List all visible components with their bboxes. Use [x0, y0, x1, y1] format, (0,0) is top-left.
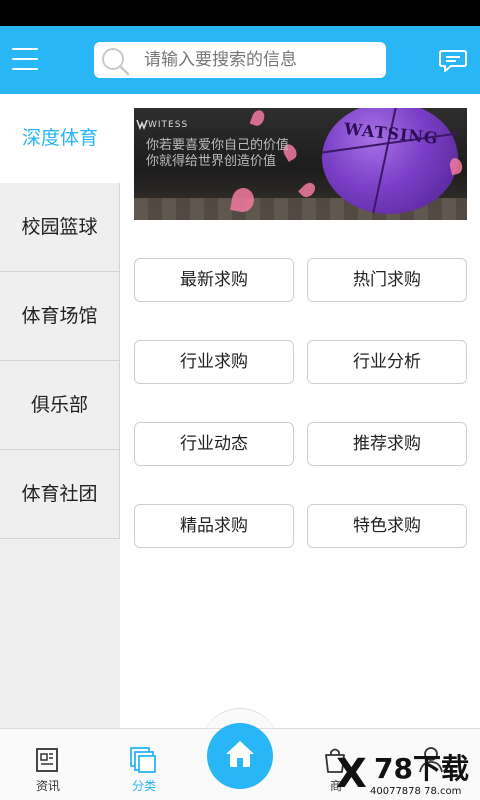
watermark-text: 78下载	[374, 752, 469, 785]
nav-category-label: 分类	[131, 779, 156, 793]
brand-logo-icon	[136, 119, 148, 130]
nav-category[interactable]: 分类	[104, 729, 184, 800]
promo-banner[interactable]: WATSING WITESS 你若要喜爱你自己的价值 你就得给世界创造价值	[134, 108, 467, 220]
watermark-mark: X	[336, 751, 367, 797]
watermark: X 78下载 40077878 78.com	[330, 752, 480, 800]
status-bar	[0, 0, 480, 26]
recommended-purchase-button[interactable]: 推荐求购	[307, 422, 467, 466]
sidebar-item-club[interactable]: 俱乐部	[0, 361, 120, 450]
home-icon	[226, 741, 254, 767]
search-icon	[102, 48, 130, 76]
nav-news[interactable]: 资讯	[8, 729, 88, 800]
industry-purchase-button[interactable]: 行业求购	[134, 340, 294, 384]
app-header: 请输入要搜索的信息	[0, 26, 480, 94]
home-button[interactable]	[207, 723, 273, 789]
latest-purchase-button[interactable]: 最新求购	[134, 258, 294, 302]
nav-news-label: 资讯	[35, 779, 60, 793]
banner-slogan-line2: 你就得给世界创造价值	[146, 154, 277, 169]
industry-news-button[interactable]: 行业动态	[134, 422, 294, 466]
main-content: WATSING WITESS 你若要喜爱你自己的价值 你就得给世界创造价值 最新…	[120, 94, 480, 728]
hot-purchase-button[interactable]: 热门求购	[307, 258, 467, 302]
industry-analysis-button[interactable]: 行业分析	[307, 340, 467, 384]
banner-brand: WITESS	[148, 120, 189, 130]
petal-decoration	[249, 108, 267, 128]
sidebar: 深度体育 校园篮球 体育场馆 俱乐部 体育社团	[0, 94, 120, 728]
sidebar-item-deep-sports[interactable]: 深度体育	[0, 94, 120, 183]
sidebar-item-campus-basketball[interactable]: 校园篮球	[0, 183, 120, 272]
news-icon	[36, 748, 58, 772]
watermark-url: 40077878 78.com	[370, 786, 462, 797]
sidebar-item-sports-associations[interactable]: 体育社团	[0, 450, 120, 539]
search-input[interactable]: 请输入要搜索的信息	[94, 42, 386, 78]
category-icon	[130, 747, 156, 773]
petal-decoration	[298, 180, 318, 200]
menu-icon[interactable]	[10, 44, 44, 74]
premium-purchase-button[interactable]: 精品求购	[134, 504, 294, 548]
sidebar-item-sports-venues[interactable]: 体育场馆	[0, 272, 120, 361]
search-placeholder: 请输入要搜索的信息	[144, 50, 297, 70]
chat-bubble-icon[interactable]	[438, 45, 468, 75]
featured-purchase-button[interactable]: 特色求购	[307, 504, 467, 548]
